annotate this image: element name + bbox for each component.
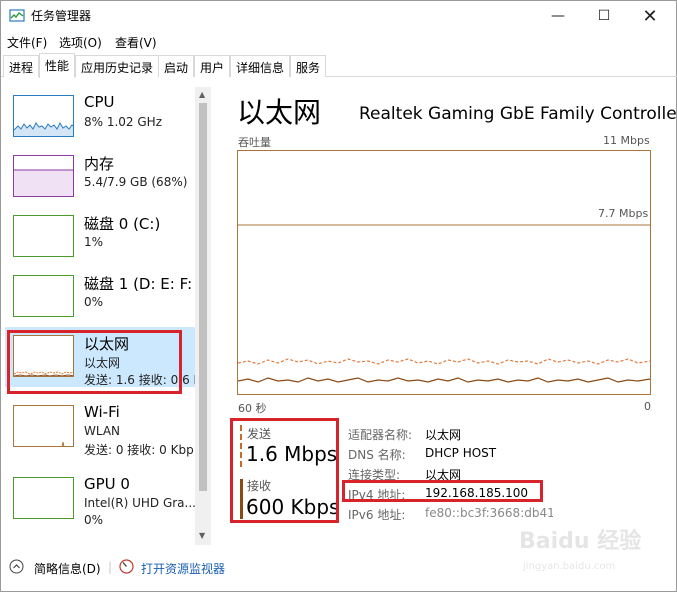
- sidebar-item-disk-1[interactable]: 磁盘 1 (D: E: F: 0%: [5, 267, 195, 327]
- tab-app-history[interactable]: 应用历史记录: [75, 55, 160, 77]
- menu-bar: 文件(F) 选项(O) 查看(V): [1, 31, 677, 53]
- sidebar-item-wifi[interactable]: Wi-Fi WLAN 发送: 0 接收: 0 Kbp: [5, 397, 195, 457]
- footer-divider: |: [108, 560, 113, 574]
- sidebar-item-detail: WLAN: [84, 424, 121, 438]
- ipv6-address-label: IPv6 地址:: [348, 508, 406, 522]
- sidebar-item-memory[interactable]: 内存 5.4/7.9 GB (68%): [5, 147, 195, 207]
- resource-sidebar: CPU 8% 1.02 GHz 内存 5.4/7.9 GB (68%) 磁盘 0…: [1, 87, 213, 545]
- sidebar-item-detail: 1%: [84, 235, 104, 249]
- chevron-up-icon[interactable]: ▲: [199, 90, 205, 99]
- summary-toggle[interactable]: 简略信息(D): [34, 560, 101, 577]
- adapter-name-value: 以太网: [425, 428, 462, 442]
- menu-view[interactable]: 查看(V): [115, 34, 157, 51]
- sidebar-item-cpu[interactable]: CPU 8% 1.02 GHz: [5, 87, 195, 147]
- maximize-button[interactable]: ☐: [581, 1, 627, 31]
- sidebar-item-detail: 8% 1.02 GHz: [84, 115, 163, 129]
- adapter-name-label: 适配器名称:: [348, 428, 413, 442]
- sidebar-item-detail: Intel(R) UHD Gra...: [84, 496, 196, 510]
- highlight-ethernet-item: [7, 330, 182, 394]
- sidebar-item-name: 内存: [84, 155, 115, 173]
- baidu-watermark: Baidu 经验: [519, 529, 642, 554]
- highlight-ipv4-address: [342, 480, 543, 502]
- sidebar-item-disk-0[interactable]: 磁盘 0 (C:) 1%: [5, 207, 195, 267]
- task-manager-icon: [9, 9, 25, 22]
- window-title: 任务管理器: [31, 9, 92, 23]
- open-resource-monitor-link[interactable]: 打开资源监视器: [141, 560, 225, 577]
- sidebar-item-detail: 5.4/7.9 GB (68%): [84, 175, 188, 189]
- dns-name-label: DNS 名称:: [348, 448, 406, 462]
- throughput-graph: [237, 150, 651, 395]
- tab-details[interactable]: 详细信息: [230, 55, 291, 77]
- graph-x-left-label: 60 秒: [238, 402, 267, 415]
- sidebar-item-name: GPU 0: [84, 475, 130, 493]
- close-button[interactable]: ✕: [627, 1, 673, 31]
- adapter-name: Realtek Gaming GbE Family Controller: [359, 104, 677, 124]
- sidebar-item-name: 磁盘 1 (D: E: F:: [84, 275, 193, 293]
- sidebar-item-name: 磁盘 0 (C:): [84, 215, 161, 233]
- chevron-up-circle-icon[interactable]: [9, 559, 24, 574]
- graph-max-label: 11 Mbps: [603, 134, 650, 147]
- gpu-thumbnail-graph: [13, 477, 74, 519]
- menu-options[interactable]: 选项(O): [59, 34, 102, 51]
- memory-thumbnail-graph: [13, 155, 74, 197]
- menu-file[interactable]: 文件(F): [7, 34, 47, 51]
- tab-services[interactable]: 服务: [290, 55, 327, 77]
- sidebar-scrollbar[interactable]: ▲ ▼: [195, 87, 211, 545]
- task-manager-window: 任务管理器 — ☐ ✕ 文件(F) 选项(O) 查看(V) 进程 性能 应用历史…: [0, 0, 677, 592]
- sidebar-item-gpu[interactable]: GPU 0 Intel(R) UHD Gra... 0%: [5, 469, 196, 529]
- sidebar-item-detail: 0%: [84, 295, 104, 309]
- disk-1-thumbnail-graph: [13, 275, 74, 317]
- tab-performance[interactable]: 性能: [39, 53, 76, 78]
- chevron-down-icon[interactable]: ▼: [199, 531, 205, 540]
- scrollbar-thumb[interactable]: [199, 103, 207, 491]
- highlight-throughput-stats: [230, 418, 339, 523]
- tab-startup[interactable]: 启动: [158, 55, 195, 77]
- tab-processes[interactable]: 进程: [3, 55, 40, 77]
- sidebar-item-usage: 0%: [84, 513, 104, 527]
- tab-users[interactable]: 用户: [194, 55, 231, 77]
- ipv6-address-value: fe80::bc3f:3668:db41:...: [425, 506, 553, 520]
- wifi-thumbnail-graph: [13, 405, 74, 447]
- title-bar: 任务管理器 — ☐ ✕: [1, 1, 677, 31]
- cpu-thumbnail-graph: [13, 95, 74, 137]
- minimize-button[interactable]: —: [535, 1, 581, 31]
- resource-monitor-icon: [119, 559, 134, 574]
- baidu-watermark-url: jingyan.baidu.com: [523, 561, 616, 572]
- tab-bar: 进程 性能 应用历史记录 启动 用户 详细信息 服务: [1, 53, 677, 78]
- page-title: 以太网: [237, 96, 322, 129]
- graph-label: 吞吐量: [238, 136, 271, 149]
- sidebar-item-name: Wi-Fi: [84, 403, 120, 421]
- graph-x-right-label: 0: [644, 400, 651, 413]
- dns-name-value: DHCP HOST: [425, 446, 497, 460]
- disk-0-thumbnail-graph: [13, 215, 74, 257]
- sidebar-item-throughput: 发送: 0 接收: 0 Kbp: [84, 443, 194, 457]
- graph-mid-label: 7.7 Mbps: [598, 207, 649, 220]
- sidebar-item-name: CPU: [84, 93, 115, 111]
